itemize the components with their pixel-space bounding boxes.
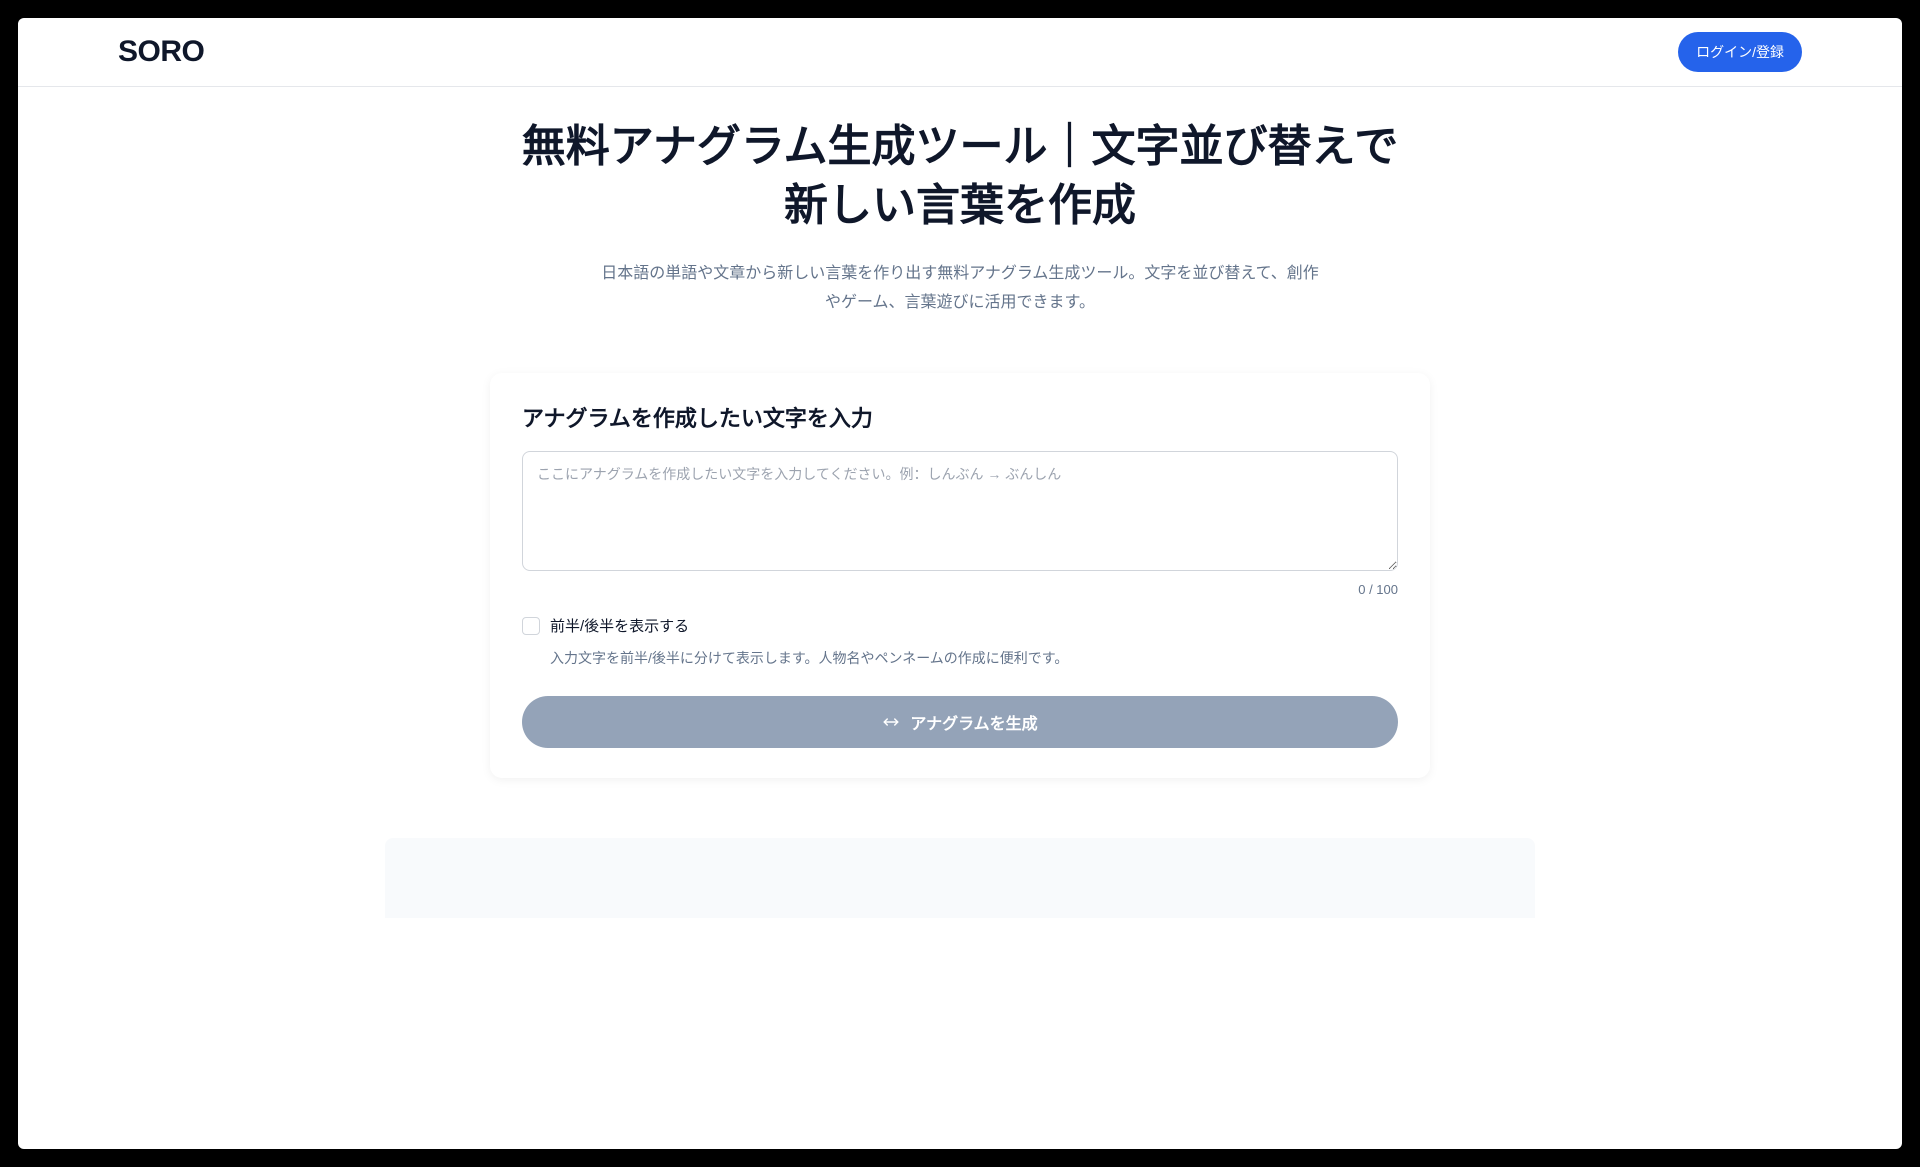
char-counter: 0 / 100 [522, 582, 1398, 597]
form-card: アナグラムを作成したい文字を入力 0 / 100 前半/後半を表示する 入力文字… [490, 373, 1430, 778]
generate-button[interactable]: アナグラムを生成 [522, 696, 1398, 748]
login-button[interactable]: ログイン/登録 [1678, 32, 1802, 72]
lower-section [385, 838, 1535, 918]
page-description: 日本語の単語や文章から新しい言葉を作り出す無料アナグラム生成ツール。文字を並び替… [600, 260, 1320, 318]
split-checkbox[interactable] [522, 617, 540, 635]
split-checkbox-label[interactable]: 前半/後半を表示する [550, 615, 689, 636]
page-title: 無料アナグラム生成ツール｜文字並び替えで新しい言葉を作成 [500, 117, 1420, 236]
form-heading: アナグラムを作成したい文字を入力 [522, 401, 1398, 433]
header: SORO ログイン/登録 [18, 18, 1902, 87]
logo[interactable]: SORO [118, 35, 204, 69]
hero: 無料アナグラム生成ツール｜文字並び替えで新しい言葉を作成 日本語の単語や文章から… [460, 87, 1460, 357]
anagram-input[interactable] [522, 451, 1398, 571]
generate-button-label: アナグラムを生成 [910, 710, 1037, 734]
swap-icon [882, 713, 900, 731]
option-row: 前半/後半を表示する [522, 615, 1398, 636]
option-description: 入力文字を前半/後半に分けて表示します。人物名やペンネームの作成に便利です。 [550, 648, 1398, 668]
